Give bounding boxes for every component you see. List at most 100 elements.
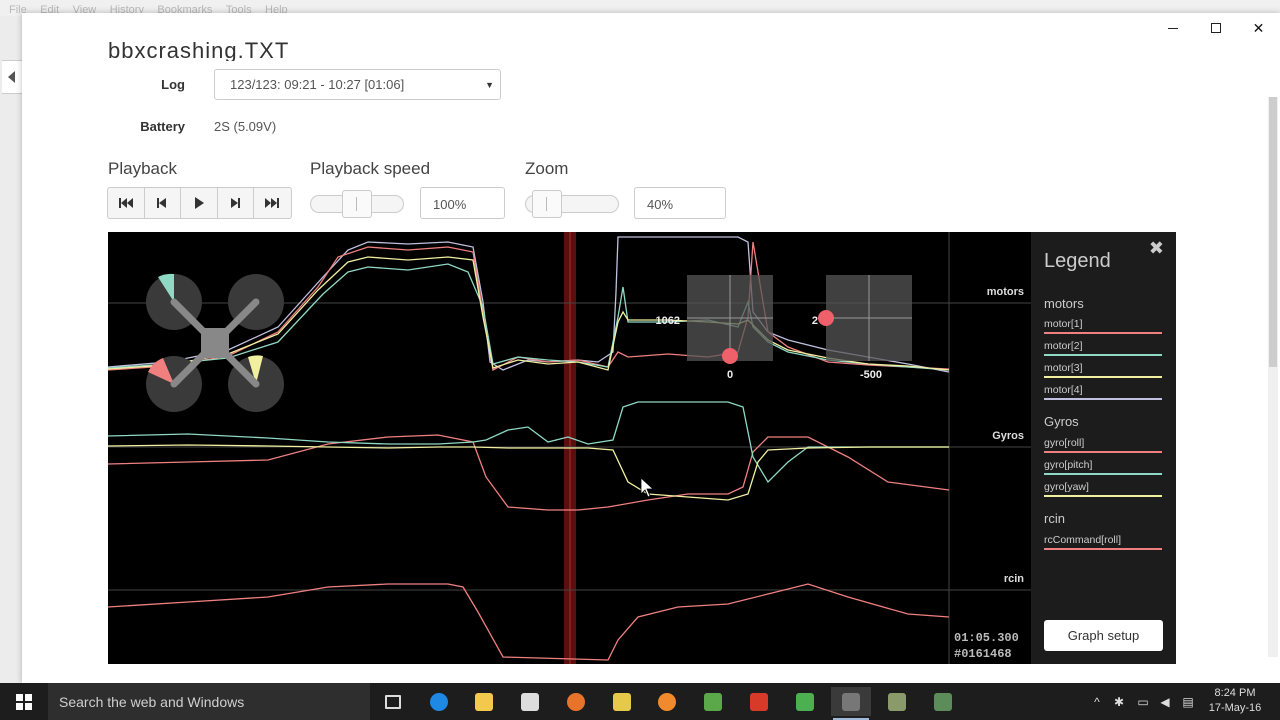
right-stick-display	[818, 275, 912, 361]
playback-speed-label: Playback speed	[310, 159, 431, 178]
tray-app-icon: ✱	[1113, 694, 1125, 709]
step-back-icon	[157, 198, 167, 208]
quad-craft-diagram	[146, 273, 284, 412]
seek-bar[interactable]	[108, 667, 1176, 683]
rc-command-roll-trace	[108, 583, 950, 661]
jump-to-end-button[interactable]	[254, 188, 291, 218]
volume-icon: ◀	[1160, 694, 1170, 709]
volume-button[interactable]: ◀	[1155, 683, 1175, 720]
legend-item-motor-2[interactable]: motor[2]	[1044, 340, 1162, 356]
graph-canvas: 1062 0 2 -500	[108, 232, 1031, 664]
close-window-button[interactable]: ✕	[1237, 13, 1280, 43]
step-forward-button[interactable]	[218, 188, 254, 218]
taskbar-search-box[interactable]: Search the web and Windows	[48, 683, 370, 720]
log-selected-value: 123/123: 09:21 - 10:27 [01:06]	[230, 77, 405, 92]
left-stick-throttle-value: 1062	[656, 315, 680, 327]
battery-value: 2S (5.09V)	[214, 119, 277, 134]
browser-back-button[interactable]	[2, 60, 24, 94]
current-frame: #0161468	[954, 647, 1012, 661]
task-view-icon	[385, 694, 401, 709]
graph-label-motors: motors	[986, 286, 1024, 298]
legend-item-gyro-roll[interactable]: gyro[roll]	[1044, 437, 1162, 453]
right-stick-position	[818, 310, 834, 326]
app-button-5[interactable]	[923, 687, 963, 716]
tray-overflow-button[interactable]: ^	[1088, 683, 1106, 720]
file-explorer-button[interactable]	[464, 687, 504, 716]
pdf-icon	[750, 692, 768, 711]
network-button[interactable]: ▭	[1132, 683, 1154, 720]
scrollbar-thumb[interactable]	[1269, 97, 1277, 367]
log-file-title: bbxcrashing.TXT	[108, 38, 290, 61]
edge-icon	[430, 692, 448, 711]
chevron-down-icon: ▼	[485, 80, 494, 90]
zoom-slider-handle[interactable]	[532, 190, 562, 218]
legend-item-gyro-yaw[interactable]: gyro[yaw]	[1044, 481, 1162, 497]
acrobat-button[interactable]	[739, 687, 779, 716]
minimize-icon	[1167, 27, 1178, 29]
app-5-icon	[934, 692, 952, 711]
zoom-input[interactable]: 40%	[634, 187, 726, 219]
window-controls: ✕	[1151, 13, 1280, 43]
graph-setup-button[interactable]: Graph setup	[1044, 620, 1163, 651]
clock-time: 8:24 PM	[1214, 687, 1256, 699]
current-time: 01:05.300	[954, 631, 1019, 645]
store-button[interactable]	[510, 687, 550, 716]
close-icon: ✕	[1252, 19, 1265, 36]
skip-end-icon	[265, 198, 280, 208]
app-button-2[interactable]	[693, 687, 733, 716]
maximize-button[interactable]	[1194, 13, 1237, 43]
page-scrollbar[interactable]	[1268, 97, 1278, 657]
start-button[interactable]	[0, 683, 48, 720]
step-back-button[interactable]	[145, 188, 181, 218]
blackbox-viewer-taskbar-button[interactable]	[831, 687, 871, 720]
blackbox-viewer-icon	[842, 692, 860, 711]
right-stick-pitch-value: 2	[812, 315, 818, 327]
action-center-button[interactable]: ▤	[1178, 683, 1198, 720]
legend-group-gyros: Gyros	[1044, 414, 1079, 429]
zoom-slider[interactable]	[525, 190, 619, 218]
app-button-4[interactable]	[877, 687, 917, 716]
speed-slider-handle[interactable]	[342, 190, 372, 218]
legend-item-motor-3[interactable]: motor[3]	[1044, 362, 1162, 378]
tray-app-button[interactable]: ✱	[1110, 683, 1128, 720]
graph-label-rcin: rcin	[1003, 573, 1024, 585]
playback-speed-input[interactable]: 100%	[420, 187, 505, 219]
firefox-button[interactable]	[556, 687, 596, 716]
app-2-icon	[704, 692, 722, 711]
legend-group-rcin: rcin	[1044, 511, 1065, 526]
blackbox-viewer-window: ✕ bbxcrashing.TXT Log 123/123: 09:21 - 1…	[22, 13, 1280, 683]
maximize-icon	[1210, 23, 1221, 33]
flight-log-graph[interactable]: 1062 0 2 -500 motors Gyros rcin 01:05.30…	[108, 232, 1176, 664]
left-stick-display	[687, 275, 773, 364]
legend-item-motor-4[interactable]: motor[4]	[1044, 384, 1162, 400]
folder-icon	[475, 692, 493, 711]
clock-date: 17-May-16	[1208, 702, 1262, 714]
log-select[interactable]: 123/123: 09:21 - 10:27 [01:06] ▼	[214, 69, 501, 100]
app-button-1[interactable]	[602, 687, 642, 716]
edge-button[interactable]	[419, 687, 459, 716]
gyro-roll-trace	[108, 434, 950, 511]
taskbar-clock[interactable]: 8:24 PM 17-May-16	[1202, 686, 1268, 716]
play-icon	[194, 197, 204, 209]
jump-to-start-button[interactable]	[108, 188, 145, 218]
playback-label: Playback	[108, 159, 177, 178]
gyro-yaw-trace	[108, 444, 949, 501]
task-view-button[interactable]	[373, 687, 413, 716]
left-stick-yaw-value: 0	[727, 369, 733, 381]
windows-taskbar: Search the web and Windows ^ ✱ ▭ ◀ ▤ 8:2…	[0, 683, 1280, 720]
legend-close-icon[interactable]: ✖	[1149, 238, 1164, 259]
firefox-icon	[567, 692, 585, 711]
right-stick-roll-value: -500	[860, 369, 882, 381]
legend-item-motor-1[interactable]: motor[1]	[1044, 318, 1162, 334]
play-button[interactable]	[181, 188, 218, 218]
chevron-up-icon: ^	[1094, 694, 1100, 709]
app-button-3[interactable]	[785, 687, 825, 716]
minimize-button[interactable]	[1151, 13, 1194, 43]
firefox-2-button[interactable]	[647, 687, 687, 716]
network-icon: ▭	[1137, 694, 1149, 709]
playback-speed-slider[interactable]	[310, 190, 404, 218]
legend-item-rc-command-roll[interactable]: rcCommand[roll]	[1044, 534, 1162, 550]
legend-title: Legend	[1044, 250, 1111, 272]
log-label: Log	[161, 77, 185, 92]
legend-item-gyro-pitch[interactable]: gyro[pitch]	[1044, 459, 1162, 475]
